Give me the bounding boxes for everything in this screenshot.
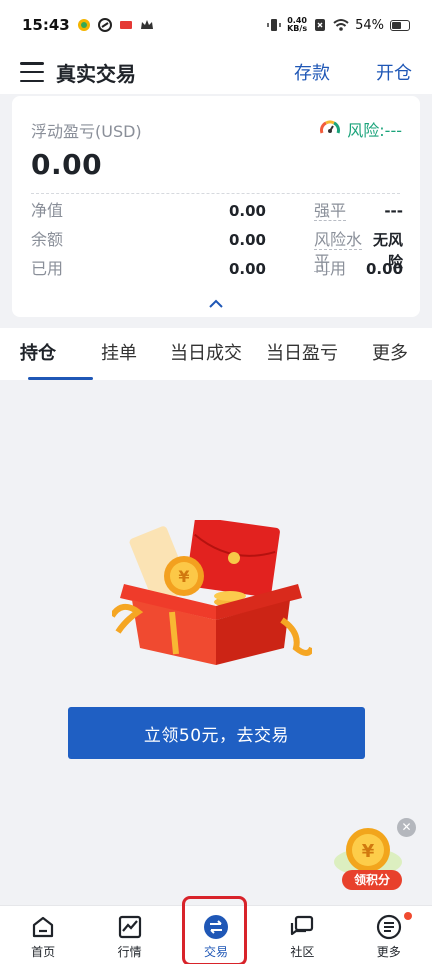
wifi-icon bbox=[333, 19, 349, 31]
status-time: 15:43 bbox=[22, 16, 70, 34]
tab-today-trades[interactable]: 当日成交 bbox=[170, 328, 266, 380]
gift-box-illustration: ¥ bbox=[112, 520, 312, 665]
collapse-chevron-icon[interactable] bbox=[12, 299, 420, 309]
battery-percent: 54% bbox=[355, 17, 384, 33]
crown-icon bbox=[140, 20, 153, 29]
metric-label: 净值 bbox=[31, 201, 64, 220]
battery-icon bbox=[390, 19, 410, 31]
app-header: 真实交易 存款 开仓 bbox=[0, 50, 432, 94]
gauge-icon bbox=[320, 120, 341, 134]
status-left: 15:43 bbox=[22, 16, 154, 34]
nav-label: 更多 bbox=[376, 945, 401, 959]
claim-bonus-button[interactable]: 立领50元，去交易 bbox=[68, 707, 365, 759]
status-right: 0.40 KB/s 54% bbox=[267, 17, 410, 33]
order-tabs: 持仓 挂单 当日成交 当日盈亏 更多 bbox=[0, 328, 432, 380]
metric-value: --- bbox=[384, 202, 404, 220]
notification-badge bbox=[403, 912, 412, 920]
open-position-button[interactable]: 开仓 bbox=[376, 59, 412, 85]
chat-icon bbox=[291, 915, 314, 936]
points-label: 领积分 bbox=[342, 870, 402, 890]
menu-icon[interactable] bbox=[20, 62, 44, 82]
metric-value: 0.00 bbox=[228, 231, 266, 249]
vibrate-icon bbox=[267, 19, 281, 31]
network-speed: 0.40 KB/s bbox=[287, 17, 307, 33]
risk-indicator[interactable]: 风险:--- bbox=[319, 117, 402, 141]
risk-label: 风险:--- bbox=[347, 121, 402, 140]
liquidation-label: 强平 bbox=[314, 201, 347, 221]
more-icon bbox=[376, 914, 401, 940]
coin-symbol: ¥ bbox=[362, 841, 375, 862]
close-icon[interactable]: ✕ bbox=[397, 818, 416, 837]
chart-icon bbox=[118, 915, 141, 939]
app-notification-icon bbox=[97, 18, 112, 32]
divider bbox=[31, 193, 400, 194]
page-title: 真实交易 bbox=[56, 61, 136, 86]
nav-label: 首页 bbox=[31, 945, 56, 959]
metric-label[interactable]: 强平 bbox=[266, 200, 366, 222]
empty-state: ¥ 立领50元，去交易 ¥ ✕ 领积分 bbox=[0, 380, 432, 905]
tab-positions[interactable]: 持仓 bbox=[20, 328, 101, 380]
points-widget[interactable]: ¥ ✕ 领积分 bbox=[326, 818, 416, 898]
metric-value: 0.00 bbox=[228, 202, 266, 220]
svg-text:¥: ¥ bbox=[178, 567, 189, 586]
nav-label: 行情 bbox=[117, 945, 142, 959]
metric-label: 可用 bbox=[314, 259, 347, 278]
metric-label: 余额 bbox=[31, 230, 64, 249]
metric-value: 无风险 bbox=[373, 231, 404, 271]
metric-label[interactable]: 风险水平 bbox=[266, 229, 366, 272]
nav-label: 社区 bbox=[290, 945, 315, 959]
nav-label: 交易 bbox=[203, 945, 228, 959]
sim-icon bbox=[315, 19, 326, 31]
network-speed-unit: KB/s bbox=[287, 24, 308, 33]
nav-home[interactable]: 首页 bbox=[0, 906, 86, 960]
deposit-button[interactable]: 存款 bbox=[294, 59, 330, 85]
exchange-icon bbox=[203, 915, 228, 939]
account-metrics: 净值 0.00 强平 --- 余额 0.00 风险水平 无风险 已用 0.00 … bbox=[31, 200, 404, 280]
metric-value: 0.00 bbox=[366, 260, 404, 278]
tab-pending-orders[interactable]: 挂单 bbox=[101, 328, 170, 380]
bottom-nav: 首页 行情 交易 社区 更多 bbox=[0, 905, 432, 964]
account-summary-card: 浮动盈亏(USD) 风险:--- 0.00 净值 0.00 强平 --- 余额 … bbox=[12, 96, 420, 317]
metric-value: 0.00 bbox=[228, 260, 266, 278]
tab-today-pnl[interactable]: 当日盈亏 bbox=[266, 328, 372, 380]
tab-more[interactable]: 更多 bbox=[372, 328, 412, 380]
nav-more[interactable]: 更多 bbox=[346, 906, 432, 960]
metric-label: 已用 bbox=[31, 259, 64, 278]
nav-market[interactable]: 行情 bbox=[87, 906, 173, 960]
nav-trade[interactable]: 交易 bbox=[173, 906, 259, 960]
floating-pnl-value: 0.00 bbox=[31, 148, 103, 181]
app-notification-icon bbox=[77, 19, 90, 31]
status-bar: 15:43 0.40 KB/s 54% bbox=[0, 0, 432, 50]
app-notification-icon bbox=[119, 21, 132, 29]
home-icon bbox=[33, 916, 54, 938]
nav-community[interactable]: 社区 bbox=[259, 906, 345, 960]
